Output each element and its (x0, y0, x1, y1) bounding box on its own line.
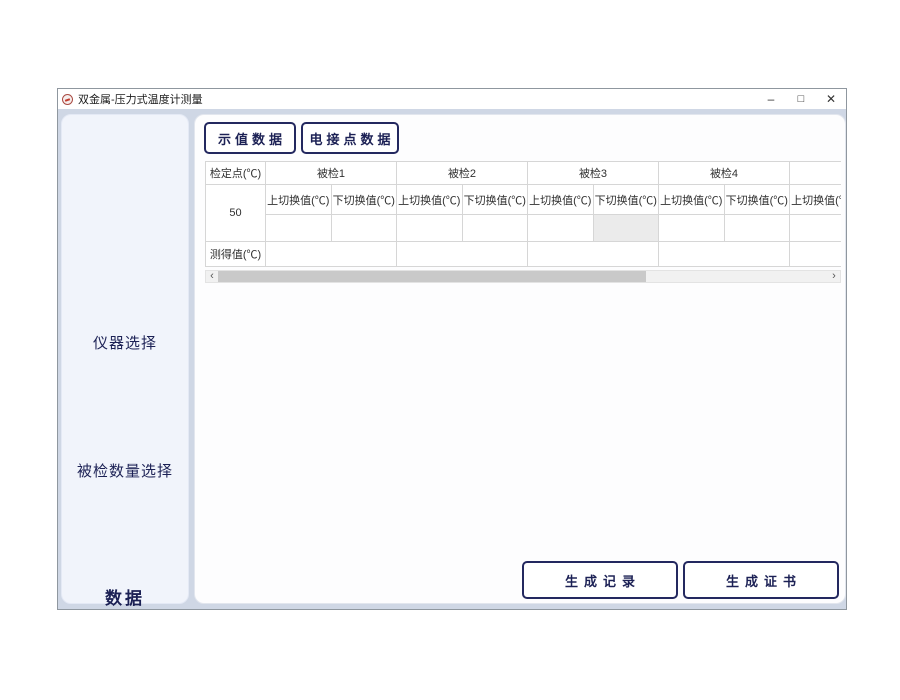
minimize-button[interactable]: – (756, 89, 786, 109)
group-header-cell: 被检3 (528, 162, 659, 185)
title-bar[interactable]: 双金属-压力式温度计测量 – □ ✕ (58, 89, 846, 109)
sub-header-cell: 上切换值(℃) (528, 185, 594, 215)
sidebar-item-quantity-select[interactable]: 被检数量选择 (62, 460, 188, 481)
window-controls: – □ ✕ (756, 89, 846, 109)
data-cell[interactable] (790, 215, 842, 242)
sub-header-cell: 上切换值(℃) (659, 185, 725, 215)
app-icon (62, 94, 73, 105)
data-cell[interactable] (266, 215, 332, 242)
data-cell[interactable] (397, 215, 463, 242)
generate-record-button[interactable]: 生成记录 (522, 561, 678, 599)
data-cell[interactable] (331, 215, 397, 242)
scroll-left-icon: ‹ (210, 271, 214, 282)
scroll-right-icon: › (832, 271, 836, 282)
tab-contact-point-data[interactable]: 电接点数据 (301, 122, 399, 154)
sub-header-cell: 上切换值(℃) (266, 185, 332, 215)
group-header-cell: 被检5 (790, 162, 842, 185)
data-cell[interactable] (659, 215, 725, 242)
measured-value-cell[interactable] (790, 242, 842, 267)
sub-header-cell: 下切换值(℃) (724, 185, 790, 215)
data-cell[interactable] (528, 215, 594, 242)
measured-value-cell[interactable] (266, 242, 397, 267)
sub-header-cell: 下切换值(℃) (331, 185, 397, 215)
sidebar-item-data[interactable]: 数据 (62, 584, 188, 609)
app-window: 双金属-压力式温度计测量 – □ ✕ 仪器选择 被检数量选择 数据 示值数据 电… (57, 88, 847, 610)
sub-header-cell: 上切换值(℃) (397, 185, 463, 215)
sub-header-cell: 上切换值(℃) (790, 185, 842, 215)
group-header-row: 检定点(℃) 被检1 被检2 被检3 被检4 被检5 (206, 162, 842, 185)
switch-value-row (206, 215, 842, 242)
point-value-cell: 50 (206, 185, 266, 242)
group-header-cell: 被检4 (659, 162, 790, 185)
close-button[interactable]: ✕ (816, 89, 846, 109)
measured-value-cell[interactable] (528, 242, 659, 267)
measured-value-cell[interactable] (397, 242, 528, 267)
generate-certificate-button[interactable]: 生成证书 (683, 561, 839, 599)
sub-header-cell: 下切换值(℃) (593, 185, 659, 215)
data-table: 检定点(℃) 被检1 被检2 被检3 被检4 被检5 50 上切换值(℃) 下切… (205, 161, 841, 267)
selected-cell[interactable] (593, 215, 659, 242)
measured-value-row: 测得值(℃) (206, 242, 842, 267)
measured-label-cell: 测得值(℃) (206, 242, 266, 267)
maximize-button[interactable]: □ (786, 89, 816, 109)
data-cell[interactable] (462, 215, 528, 242)
sidebar-item-instrument-select[interactable]: 仪器选择 (62, 332, 188, 353)
main-panel: 示值数据 电接点数据 检定点(℃) 被检1 被 (194, 114, 846, 604)
tab-indication-data[interactable]: 示值数据 (204, 122, 296, 154)
group-header-cell: 被检2 (397, 162, 528, 185)
group-header-cell: 被检1 (266, 162, 397, 185)
scrollbar-thumb[interactable] (218, 271, 646, 282)
scrollbar-track[interactable] (218, 271, 828, 282)
desktop: 双金属-压力式温度计测量 – □ ✕ 仪器选择 被检数量选择 数据 示值数据 电… (0, 0, 900, 700)
table-viewport: 检定点(℃) 被检1 被检2 被检3 被检4 被检5 50 上切换值(℃) 下切… (205, 161, 841, 268)
data-cell[interactable] (724, 215, 790, 242)
measured-value-cell[interactable] (659, 242, 790, 267)
scroll-right-button[interactable]: › (828, 271, 840, 282)
scroll-left-button[interactable]: ‹ (206, 271, 218, 282)
sub-header-row: 50 上切换值(℃) 下切换值(℃) 上切换值(℃) 下切换值(℃) 上切换值(… (206, 185, 842, 215)
sub-header-cell: 下切换值(℃) (462, 185, 528, 215)
corner-header-cell: 检定点(℃) (206, 162, 266, 185)
horizontal-scrollbar: ‹ › (205, 270, 841, 283)
sidebar: 仪器选择 被检数量选择 数据 (61, 114, 189, 604)
window-title: 双金属-压力式温度计测量 (78, 91, 203, 107)
